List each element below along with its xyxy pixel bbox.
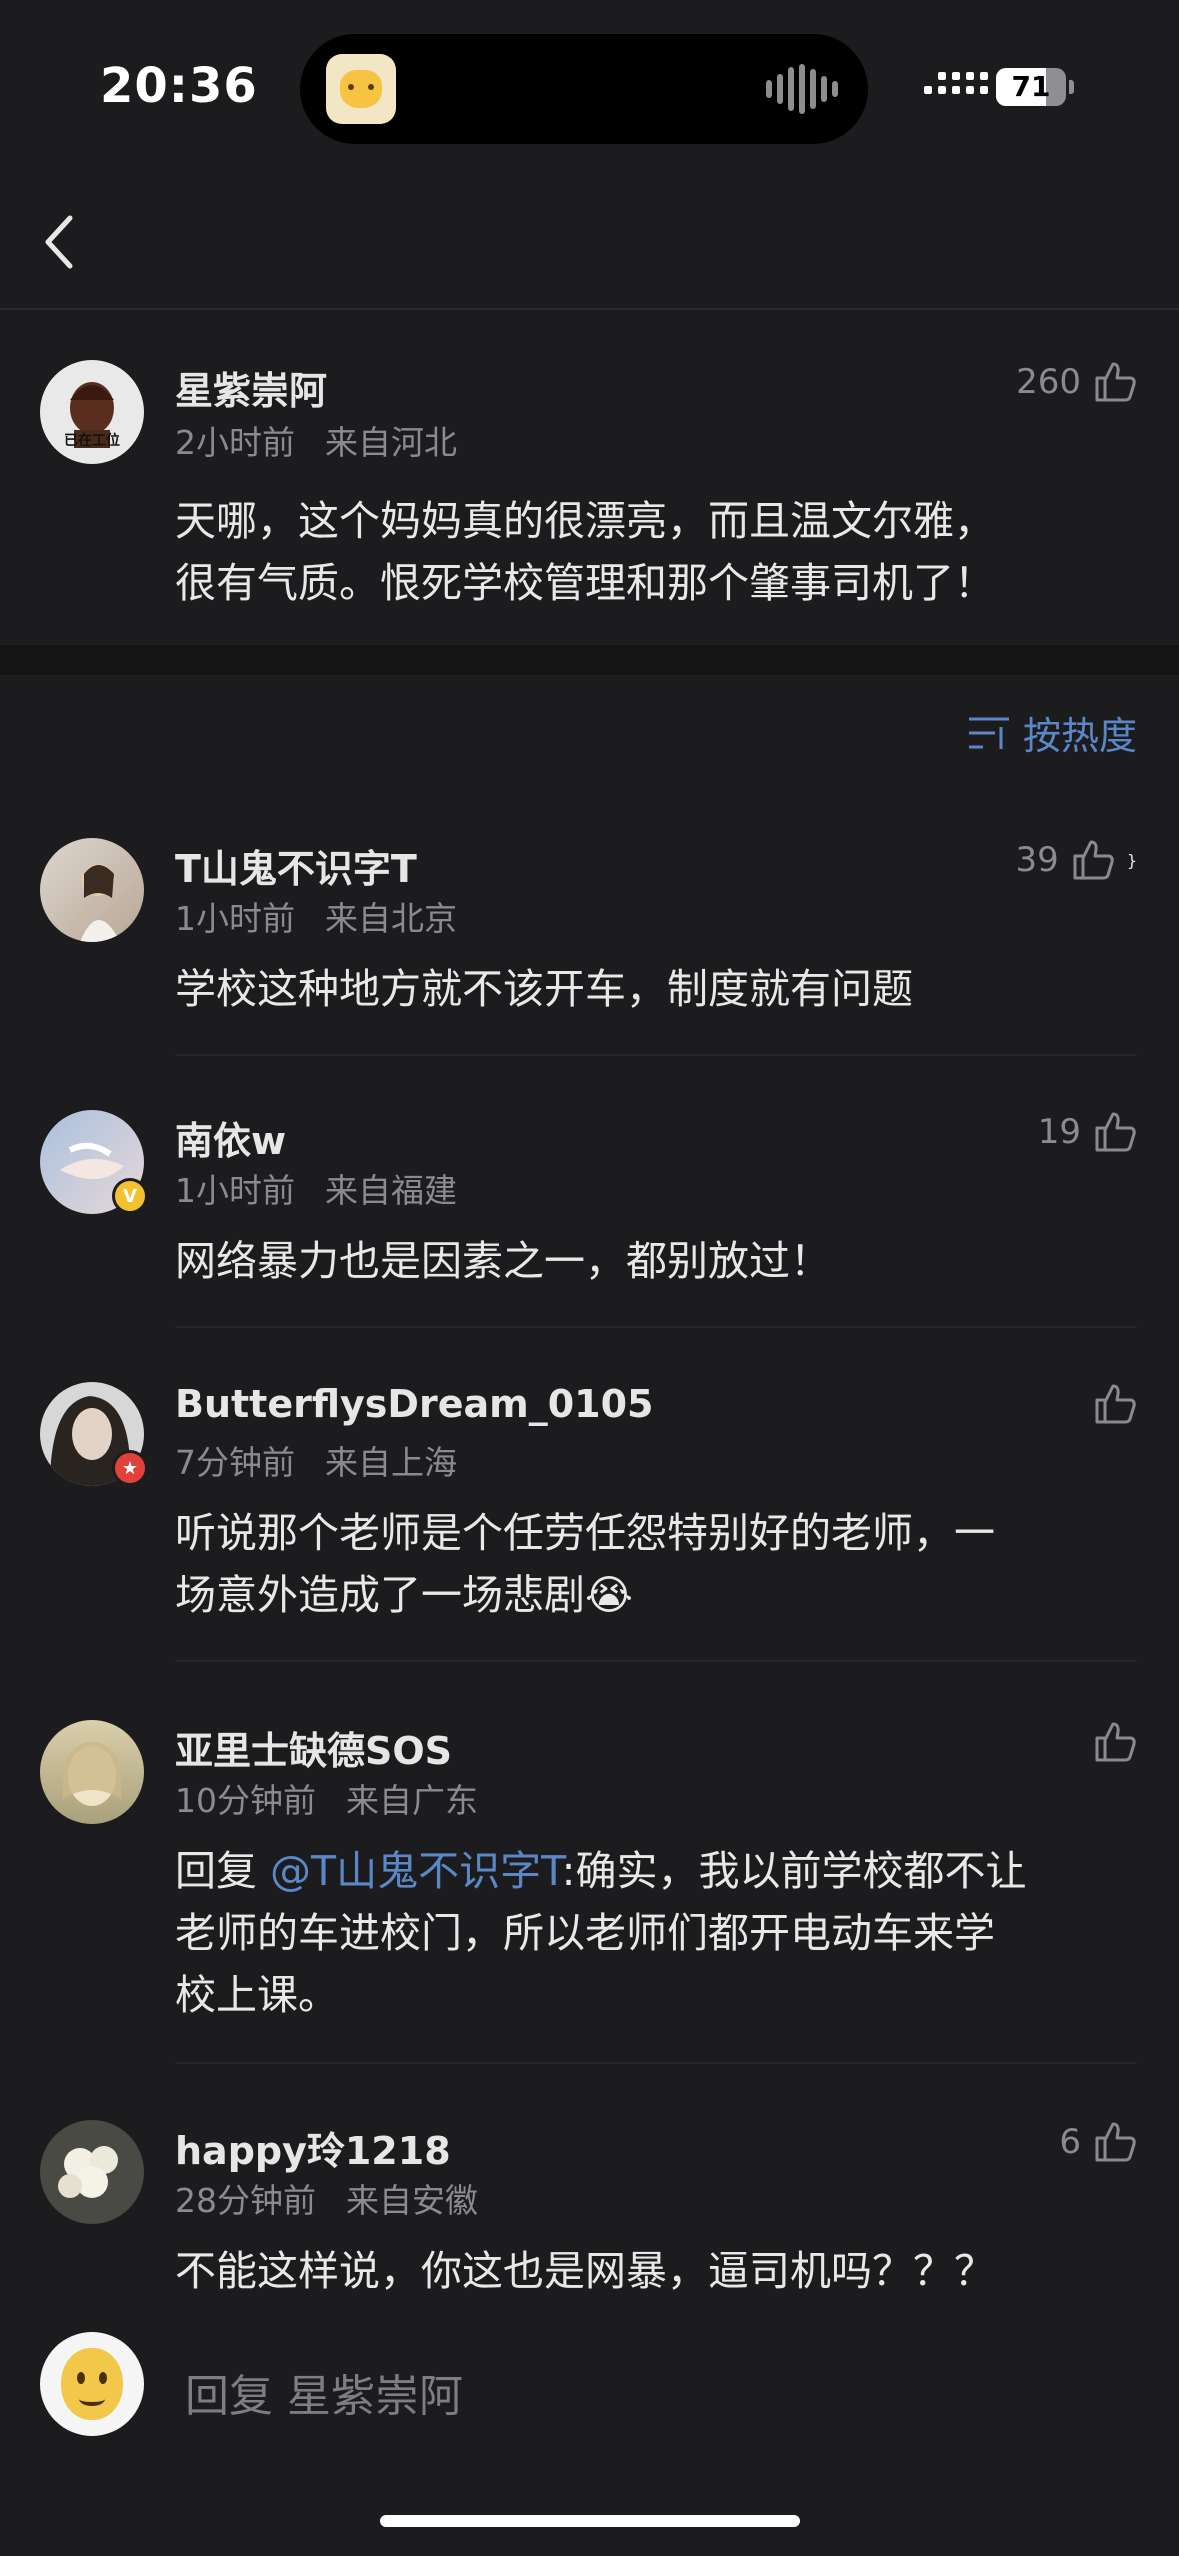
back-button[interactable] bbox=[40, 210, 80, 274]
island-app-icon bbox=[326, 54, 396, 124]
avatar[interactable] bbox=[40, 1720, 144, 1824]
comment-time: 7分钟前 bbox=[175, 1443, 295, 1482]
comment-location: 来自河北 bbox=[325, 423, 457, 462]
avatar[interactable]: V bbox=[40, 1110, 148, 1214]
comment-text-line: 听说那个老师是个任劳任怨特别好的老师，一 bbox=[175, 1509, 995, 1557]
comment-location: 来自广东 bbox=[346, 1781, 478, 1820]
reply-input[interactable]: 回复 星紫崇阿 bbox=[185, 2360, 463, 2424]
avatar-caption: 已在工位 bbox=[64, 433, 120, 449]
username[interactable]: 亚里士缺德SOS bbox=[175, 1720, 452, 1775]
comment-meta: 10分钟前 来自广东 bbox=[175, 1774, 478, 1822]
smiley-icon bbox=[61, 2348, 123, 2420]
comment-text: 听说那个老师是个任劳任怨特别好的老师，一 场意外造成了一场悲剧😭 bbox=[175, 1502, 1135, 1626]
thumbs-up-icon bbox=[1095, 362, 1136, 402]
home-indicator[interactable] bbox=[380, 2515, 800, 2527]
battery-icon: 71 bbox=[996, 68, 1066, 106]
reply-item[interactable]: happy玲1218 28分钟前 来自安徽 6 不能这样说，你这也是网暴，逼司机吗… bbox=[0, 2100, 1179, 2320]
battery-percent: 71 bbox=[1011, 70, 1051, 103]
row-divider bbox=[175, 2062, 1137, 2064]
comment-time: 2小时前 bbox=[175, 423, 295, 462]
sort-icon bbox=[968, 717, 1009, 749]
like-button[interactable] bbox=[1081, 1382, 1137, 1426]
signal-icon bbox=[924, 72, 988, 94]
like-count: 6 bbox=[1059, 2122, 1081, 2162]
comment-text: 回复 @T山鬼不识字T:确实，我以前学校都不让 老师的车进校门，所以老师们都开电… bbox=[175, 1840, 1135, 2026]
comment-meta: 28分钟前 来自安徽 bbox=[175, 2174, 478, 2222]
reply-prefix: 回复 bbox=[175, 1847, 271, 1895]
comment-text: 网络暴力也是因素之一，都别放过！ bbox=[175, 1230, 1135, 1292]
like-button[interactable]: 260 bbox=[1016, 360, 1137, 404]
like-count: 260 bbox=[1016, 362, 1081, 402]
comment-text-line: 不能这样说，你这也是网暴，逼司机吗？？？ bbox=[175, 2247, 995, 2295]
comment-text-line: 场意外造成了一场悲剧😭 bbox=[175, 1571, 633, 1619]
audio-wave-icon bbox=[766, 64, 838, 114]
header-divider bbox=[0, 308, 1179, 310]
comment-location: 来自上海 bbox=[325, 1443, 457, 1482]
thumbs-up-icon bbox=[1095, 1384, 1136, 1424]
row-divider bbox=[175, 1326, 1137, 1328]
avatar[interactable]: 已在工位 bbox=[40, 360, 144, 464]
chevron-left-icon bbox=[45, 215, 73, 269]
like-button[interactable] bbox=[1081, 1720, 1137, 1764]
user-avatar bbox=[40, 2332, 144, 2436]
comment-text-span: :确实，我以前学校都不让 bbox=[561, 1847, 1027, 1895]
reply-item[interactable]: 亚里士缺德SOS 10分钟前 来自广东 回复 @T山鬼不识字T:确实，我以前学校都… bbox=[0, 1700, 1179, 2064]
username[interactable]: 星紫崇阿 bbox=[175, 360, 327, 415]
comment-text-line: 网络暴力也是因素之一，都别放过！ bbox=[175, 1237, 831, 1285]
reply-input-bar[interactable]: 回复 星紫崇阿 bbox=[0, 2320, 1179, 2450]
comment-time: 28分钟前 bbox=[175, 2181, 316, 2220]
avatar[interactable] bbox=[40, 2120, 144, 2224]
thumbs-up-icon bbox=[1073, 840, 1114, 880]
username[interactable]: T山鬼不识字T bbox=[175, 838, 417, 893]
comment-time: 10分钟前 bbox=[175, 1781, 316, 1820]
comment-text: 不能这样说，你这也是网暴，逼司机吗？？？ bbox=[175, 2240, 1135, 2302]
reply-item[interactable]: V 南依w 1小时前 来自福建 19 网络暴力也是因素之一，都别放过！ bbox=[0, 1090, 1179, 1330]
comment-text: 天哪，这个妈妈真的很漂亮，而且温文尔雅， 很有气质。恨死学校管理和那个肇事司机了… bbox=[175, 490, 1135, 614]
sort-label: 按热度 bbox=[1022, 714, 1137, 758]
reply-item[interactable]: T山鬼不识字T 1小时前 来自北京 39 } 学校这种地方就不该开车，制度就有问题 bbox=[0, 818, 1179, 1058]
comment-location: 来自福建 bbox=[325, 1171, 457, 1210]
reply-item[interactable]: ★ ButterflysDream_0105 7分钟前 来自上海 听说那个老师是个… bbox=[0, 1362, 1179, 1662]
dynamic-island[interactable] bbox=[300, 34, 868, 144]
status-bar: 20:36 71 bbox=[0, 0, 1179, 170]
row-divider bbox=[175, 1054, 1137, 1056]
username[interactable]: ButterflysDream_0105 bbox=[175, 1382, 653, 1426]
comment-meta: 1小时前 来自福建 bbox=[175, 1164, 457, 1212]
status-time: 20:36 bbox=[100, 58, 258, 114]
sort-button[interactable]: 按热度 bbox=[967, 705, 1137, 760]
like-button[interactable]: 39 } bbox=[1016, 838, 1137, 882]
like-count: 39 bbox=[1015, 840, 1059, 880]
avatar[interactable] bbox=[40, 838, 144, 942]
comment-location: 来自北京 bbox=[325, 899, 457, 938]
comment-text-line: 回复 @T山鬼不识字T:确实，我以前学校都不让 bbox=[175, 1840, 1135, 1902]
username[interactable]: 南依w bbox=[175, 1110, 286, 1165]
comment-text-line: 老师的车进校门，所以老师们都开电动车来学 bbox=[175, 1909, 995, 1957]
like-button[interactable]: 19 bbox=[1038, 1110, 1137, 1154]
verified-badge-icon: V bbox=[112, 1178, 148, 1214]
comment-meta: 1小时前 来自北京 bbox=[175, 892, 457, 940]
comment-text-line: 校上课。 bbox=[175, 1971, 339, 2019]
comment-text-line: 天哪，这个妈妈真的很漂亮，而且温文尔雅， bbox=[175, 497, 995, 545]
comment-text-line: 学校这种地方就不该开车，制度就有问题 bbox=[175, 965, 913, 1013]
thumbs-up-icon bbox=[1095, 1112, 1136, 1152]
mention-link[interactable]: @T山鬼不识字T bbox=[270, 1847, 562, 1895]
like-count: 19 bbox=[1037, 1112, 1081, 1152]
username[interactable]: happy玲1218 bbox=[175, 2120, 451, 2175]
comment-time: 1小时前 bbox=[175, 899, 295, 938]
row-divider bbox=[175, 1660, 1137, 1662]
comment-location: 来自安徽 bbox=[346, 2181, 478, 2220]
comment-text-line: 很有气质。恨死学校管理和那个肇事司机了！ bbox=[175, 559, 995, 607]
thumbs-up-icon bbox=[1095, 1722, 1136, 1762]
comment-text: 学校这种地方就不该开车，制度就有问题 bbox=[175, 958, 1135, 1020]
parent-comment[interactable]: 已在工位 星紫崇阿 2小时前 来自河北 260 天哪，这个妈妈真的很漂亮，而且温文… bbox=[0, 340, 1179, 640]
comment-meta: 2小时前 来自河北 bbox=[175, 416, 457, 464]
comment-meta: 7分钟前 来自上海 bbox=[175, 1436, 457, 1484]
comment-time: 1小时前 bbox=[175, 1171, 295, 1210]
section-separator bbox=[0, 645, 1179, 675]
avatar[interactable]: ★ bbox=[40, 1382, 148, 1486]
star-badge-icon: ★ bbox=[112, 1450, 148, 1486]
thumbs-up-icon bbox=[1095, 2122, 1136, 2162]
like-button[interactable]: 6 bbox=[1059, 2120, 1137, 2164]
